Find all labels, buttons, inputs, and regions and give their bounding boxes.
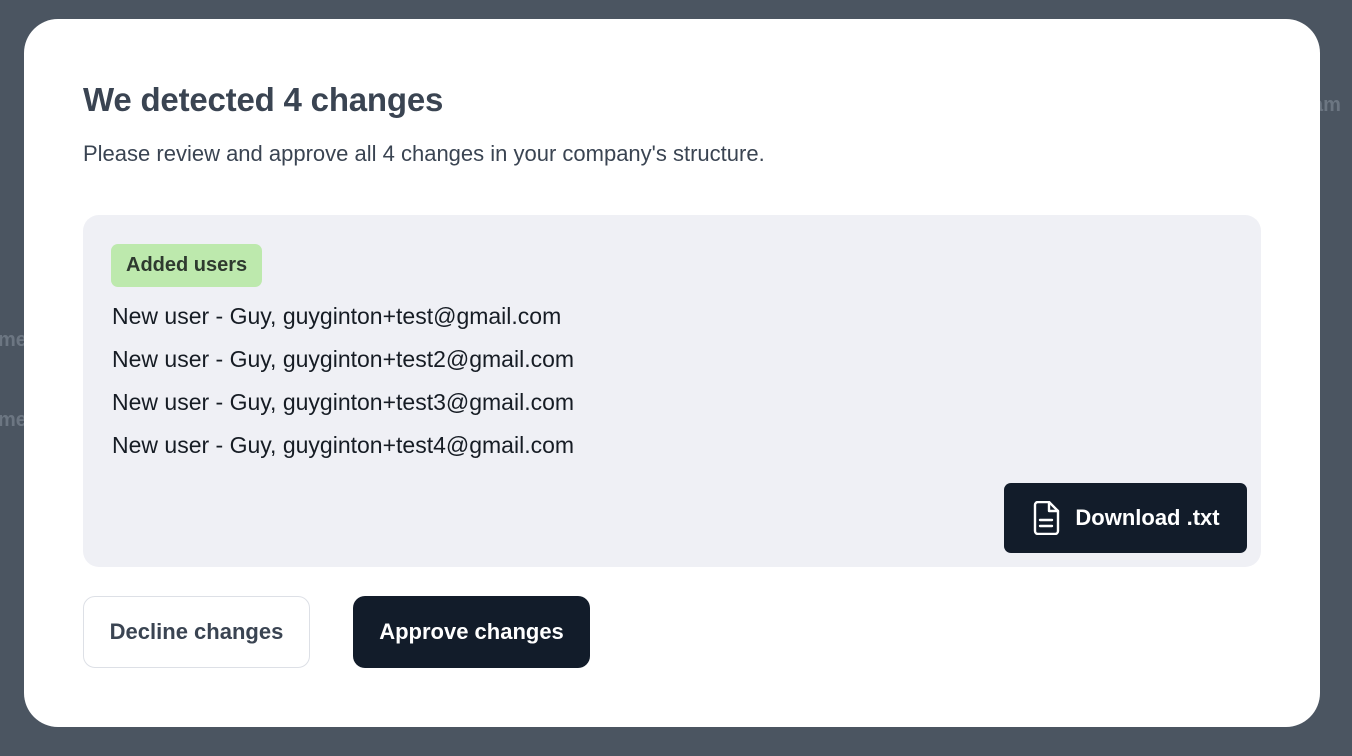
decline-changes-button[interactable]: Decline changes [83,596,310,668]
file-text-icon [1031,501,1061,535]
approve-changes-button[interactable]: Approve changes [353,596,590,668]
background-text-fragment: me [0,329,27,351]
change-item: New user - Guy, guyginton+test@gmail.com [112,303,562,329]
modal-subtitle: Please review and approve all 4 changes … [83,141,765,166]
changes-panel: Added users New user - Guy, guyginton+te… [83,215,1261,567]
change-item: New user - Guy, guyginton+test2@gmail.co… [112,346,575,372]
changes-modal: We detected 4 changes Please review and … [24,19,1320,727]
download-button-label: Download .txt [1075,505,1220,530]
change-item: New user - Guy, guyginton+test3@gmail.co… [112,389,575,415]
change-item: New user - Guy, guyginton+test4@gmail.co… [112,432,575,458]
change-list: New user - Guy, guyginton+test@gmail.com… [112,295,574,467]
background-text-fragment: me [0,409,27,431]
added-users-badge: Added users [111,244,263,287]
modal-title: We detected 4 changes [83,81,444,118]
download-txt-button[interactable]: Download .txt [1004,483,1247,553]
